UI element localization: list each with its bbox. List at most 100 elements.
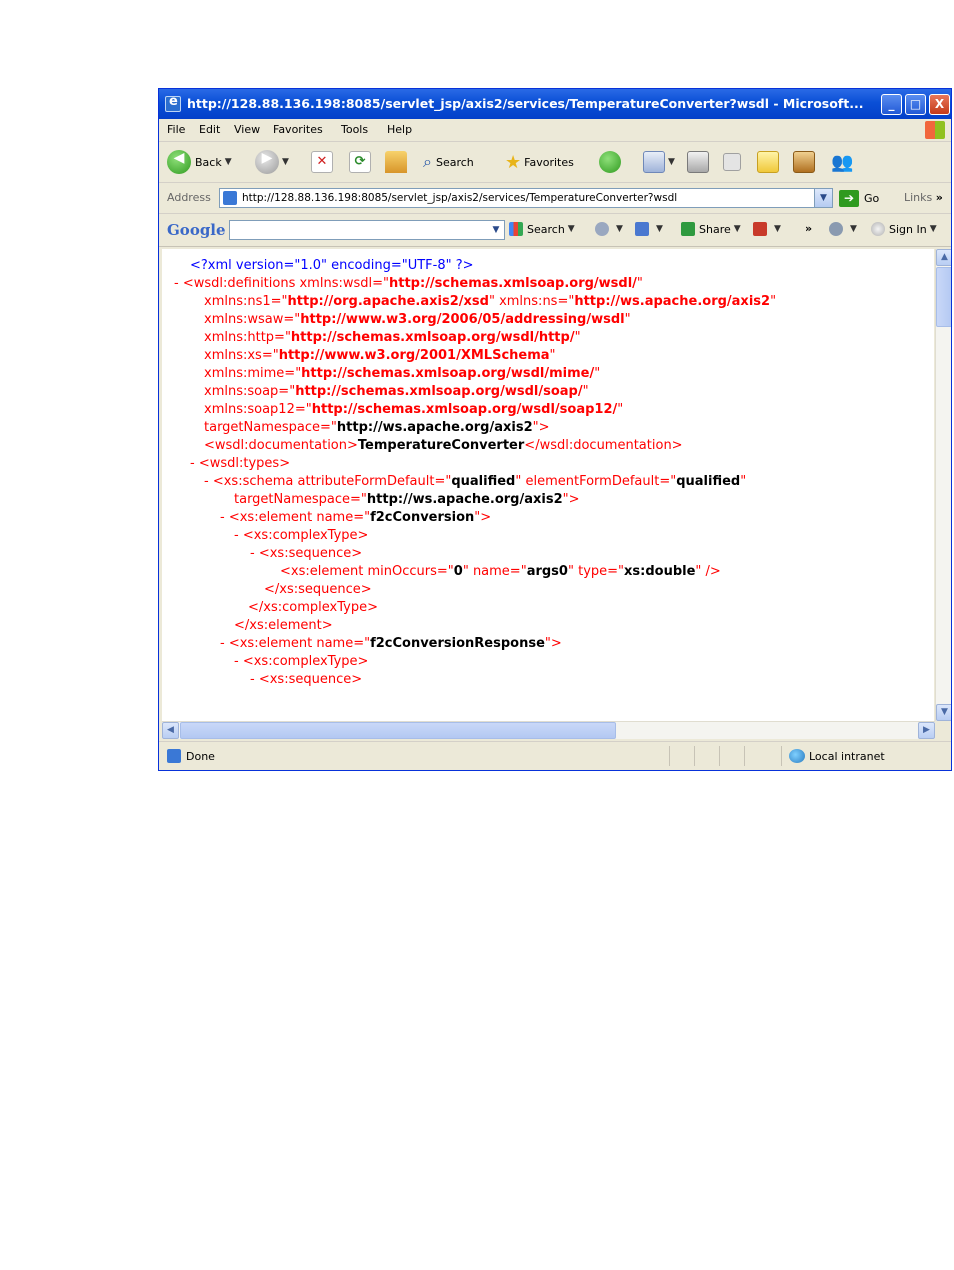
xml-value: http://schemas.xmlsoap.org/wsdl/ xyxy=(389,276,637,291)
print-button[interactable] xyxy=(687,148,709,176)
stop-button[interactable]: ✕ xyxy=(311,148,333,176)
collapse-toggle[interactable]: - xyxy=(204,474,209,489)
xml-attr: minOccurs=" xyxy=(367,564,454,579)
xml-quote: " xyxy=(624,312,631,327)
back-dropdown-icon[interactable]: ▼ xyxy=(225,157,232,167)
google-search-dropdown-arrow-icon[interactable]: ▼ xyxy=(568,224,575,234)
sign-in-dropdown-icon[interactable]: ▼ xyxy=(930,224,937,234)
xml-quote: " xyxy=(462,564,473,579)
stop-icon: ✕ xyxy=(311,151,333,173)
vertical-scroll-thumb[interactable] xyxy=(936,267,951,327)
go-button[interactable]: ➔ Go xyxy=(839,189,899,207)
google-share-button[interactable]: Share ▼ xyxy=(681,222,741,236)
xml-line: </xs:complexType> xyxy=(248,599,378,617)
xml-value: qualified xyxy=(451,474,516,489)
google-pagerank-button[interactable]: ▼ xyxy=(595,222,623,236)
menu-help[interactable]: Help xyxy=(387,123,412,136)
share-dropdown-icon[interactable]: ▼ xyxy=(734,224,741,234)
xml-line: xmlns:wsaw="http://www.w3.org/2006/05/ad… xyxy=(204,311,631,329)
messenger-button[interactable]: 👥 xyxy=(831,148,853,176)
address-bar: Address http://128.88.136.198:8085/servl… xyxy=(159,183,951,214)
messenger-icon: 👥 xyxy=(831,151,854,173)
google-popup-blocker-button[interactable]: ▼ xyxy=(753,222,781,236)
forward-dropdown-icon[interactable]: ▼ xyxy=(282,157,289,167)
xml-content-area[interactable]: <?xml version="1.0" encoding="UTF-8" ?> … xyxy=(162,249,934,721)
google-toolbar: Google ▼ Search ▼ ▼ ▼ Share ▼ ▼ » ▼ Sign… xyxy=(159,214,951,247)
collapse-toggle[interactable]: - xyxy=(234,528,239,543)
search-icon: ⌕ xyxy=(423,152,432,171)
xml-quote: " /> xyxy=(695,564,721,579)
google-settings-button[interactable]: ▼ xyxy=(829,222,857,236)
google-more-icon[interactable]: » xyxy=(805,222,812,235)
horizontal-scrollbar[interactable]: ◀ ▶ xyxy=(162,721,935,739)
links-toolbar[interactable]: Links » xyxy=(904,191,943,204)
maximize-button[interactable]: □ xyxy=(905,94,926,115)
xml-tag: <xs:schema xyxy=(212,474,298,489)
address-dropdown-icon[interactable]: ▼ xyxy=(814,189,832,207)
zone-label: Local intranet xyxy=(809,749,885,763)
menu-file[interactable]: File xyxy=(167,123,185,136)
scroll-right-icon[interactable]: ▶ xyxy=(918,722,935,739)
scroll-left-icon[interactable]: ◀ xyxy=(162,722,179,739)
scroll-down-icon[interactable]: ▼ xyxy=(936,704,951,721)
status-divider xyxy=(719,746,720,766)
google-sign-in-button[interactable]: Sign In ▼ xyxy=(871,222,937,236)
xml-value: args0 xyxy=(526,564,568,579)
research-icon xyxy=(793,151,815,173)
xml-attr: xmlns:soap=" xyxy=(204,384,296,399)
mail-dropdown-icon[interactable]: ▼ xyxy=(668,157,675,167)
minimize-button[interactable]: _ xyxy=(881,94,902,115)
search-button[interactable]: ⌕ Search xyxy=(423,148,474,176)
xml-value: http://schemas.xmlsoap.org/wsdl/http/ xyxy=(290,330,575,345)
menu-view[interactable]: View xyxy=(234,123,260,136)
google-logo[interactable]: Google xyxy=(167,221,226,239)
share-icon xyxy=(681,222,695,236)
google-search-dropdown-icon[interactable]: ▼ xyxy=(488,221,504,239)
refresh-button[interactable]: ⟳ xyxy=(349,148,371,176)
close-button[interactable]: X xyxy=(929,94,950,115)
xml-quote: " xyxy=(549,348,556,363)
popup-dropdown-icon[interactable]: ▼ xyxy=(774,224,781,234)
menu-favorites[interactable]: Favorites xyxy=(273,123,323,136)
title-bar[interactable]: http://128.88.136.198:8085/servlet_jsp/a… xyxy=(159,89,951,119)
horizontal-scroll-thumb[interactable] xyxy=(180,722,616,739)
scroll-up-icon[interactable]: ▲ xyxy=(936,249,951,266)
research-button[interactable] xyxy=(793,148,815,176)
xml-tag: <xs:element xyxy=(280,564,368,579)
xml-tag: </wsdl:documentation> xyxy=(524,438,683,453)
collapse-toggle[interactable]: - xyxy=(174,276,179,291)
xml-line: - <wsdl:types> xyxy=(190,455,290,473)
google-bookmark-button[interactable]: ▼ xyxy=(635,222,663,236)
home-button[interactable] xyxy=(385,148,407,176)
xml-line: - <xs:sequence> xyxy=(250,671,362,689)
discuss-button[interactable] xyxy=(757,148,779,176)
edit-button[interactable] xyxy=(723,148,741,176)
address-url[interactable]: http://128.88.136.198:8085/servlet_jsp/a… xyxy=(242,192,677,204)
xml-value: xs:double xyxy=(624,564,696,579)
collapse-toggle[interactable]: - xyxy=(190,456,195,471)
security-zone[interactable]: Local intranet xyxy=(789,749,885,763)
favorites-button[interactable]: ★ Favorites xyxy=(505,148,574,176)
collapse-toggle[interactable]: - xyxy=(234,654,239,669)
xml-value: http://schemas.xmlsoap.org/wsdl/soap/ xyxy=(295,384,583,399)
google-search-button[interactable]: Search ▼ xyxy=(509,222,575,236)
back-button[interactable]: ◀ Back ▼ xyxy=(167,148,232,176)
vertical-scrollbar[interactable]: ▲ ▼ xyxy=(935,249,951,721)
forward-button[interactable]: ▶ ▼ xyxy=(255,148,289,176)
collapse-toggle[interactable]: - xyxy=(250,672,255,687)
bookmark-dropdown-icon[interactable]: ▼ xyxy=(656,224,663,234)
google-search-input[interactable]: ▼ xyxy=(229,220,505,240)
menu-edit[interactable]: Edit xyxy=(199,123,220,136)
xml-value: http://ws.apache.org/axis2 xyxy=(336,420,533,435)
settings-dropdown-icon[interactable]: ▼ xyxy=(850,224,857,234)
history-button[interactable] xyxy=(599,148,621,176)
links-more-icon[interactable]: » xyxy=(936,191,943,204)
collapse-toggle[interactable]: - xyxy=(250,546,255,561)
collapse-toggle[interactable]: - xyxy=(220,510,225,525)
pagerank-dropdown-icon[interactable]: ▼ xyxy=(616,224,623,234)
menu-tools[interactable]: Tools xyxy=(341,123,368,136)
browser-window: http://128.88.136.198:8085/servlet_jsp/a… xyxy=(158,88,952,771)
address-input[interactable]: http://128.88.136.198:8085/servlet_jsp/a… xyxy=(219,188,833,208)
mail-button[interactable]: ▼ xyxy=(643,148,675,176)
collapse-toggle[interactable]: - xyxy=(220,636,225,651)
